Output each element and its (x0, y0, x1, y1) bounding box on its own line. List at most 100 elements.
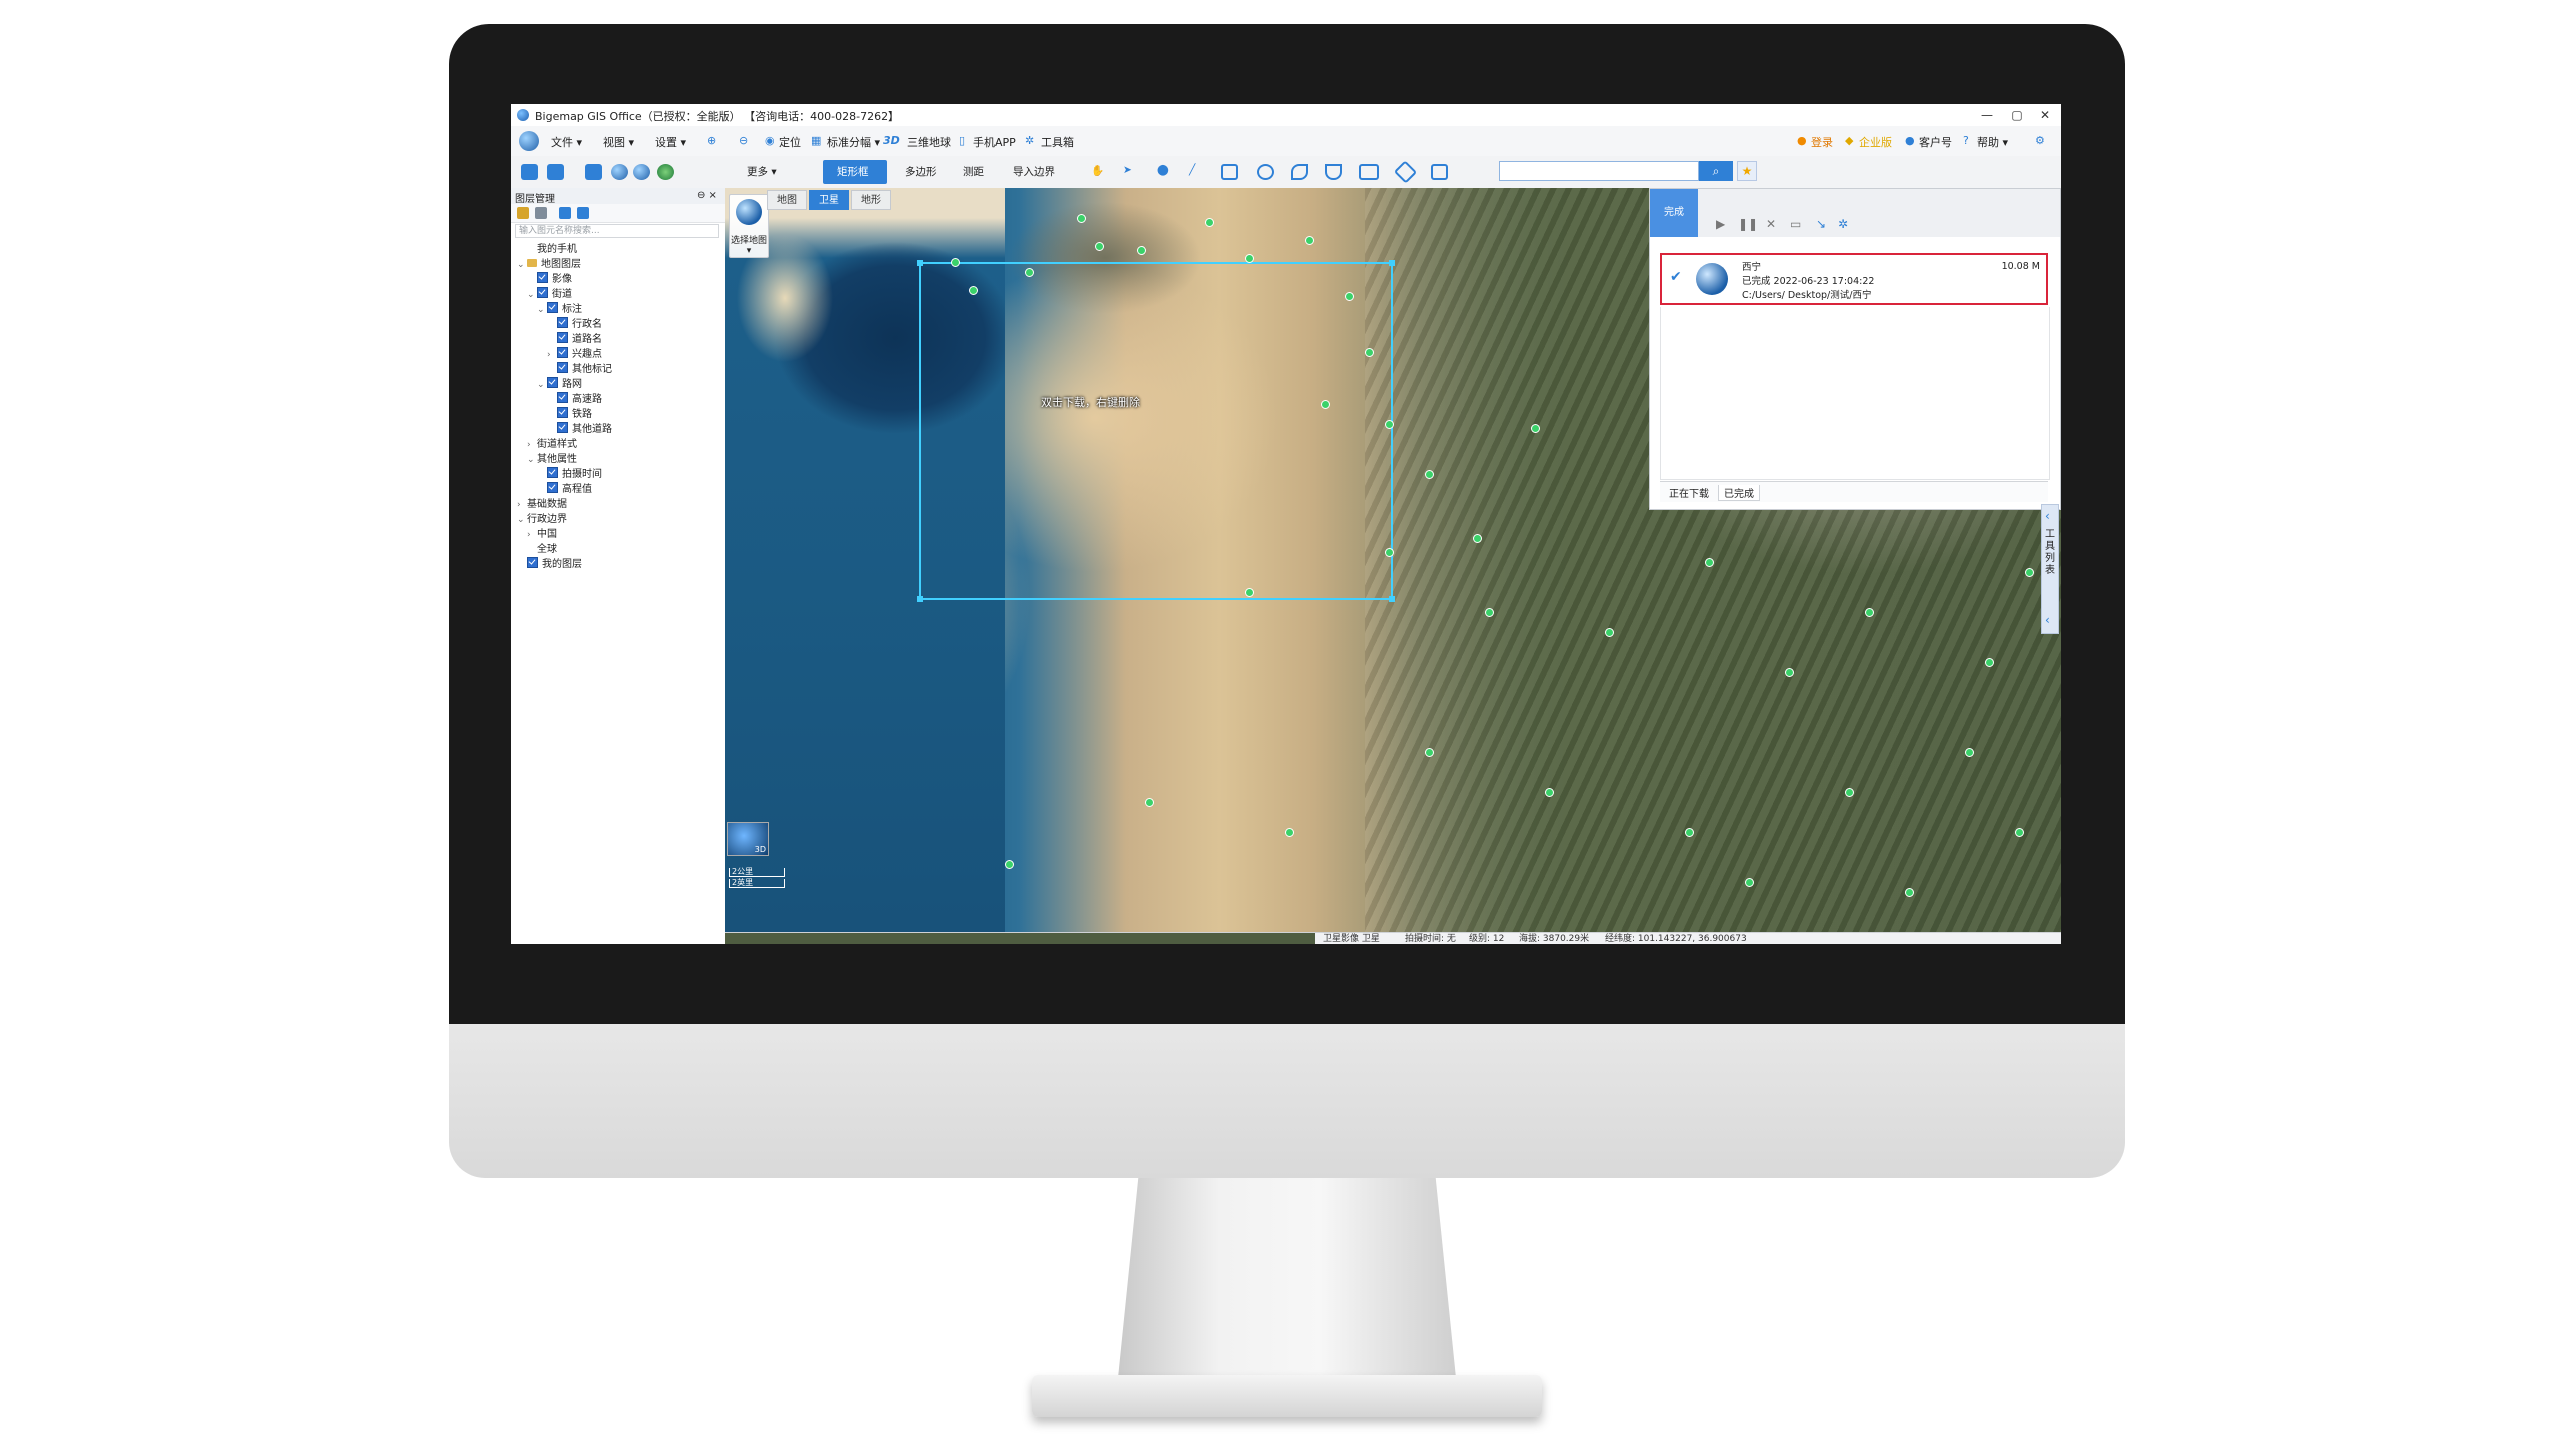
polygon-button[interactable]: 多边形 (905, 164, 937, 179)
selection-handle-tl[interactable] (917, 260, 923, 266)
poi-marker[interactable] (951, 258, 960, 267)
poi-marker[interactable] (1485, 608, 1494, 617)
line-icon[interactable]: ╱ (1189, 164, 1195, 176)
menu-mobile-app[interactable]: 手机APP (973, 134, 1016, 150)
layer-tree-item[interactable]: › 中国 (527, 527, 557, 542)
poi-marker[interactable] (1321, 400, 1330, 409)
layer-tree-item[interactable]: 全球 (527, 542, 557, 557)
marker-icon[interactable]: ⬤ (1157, 164, 1169, 176)
poi-marker[interactable] (1425, 470, 1434, 479)
poi-marker[interactable] (1905, 888, 1914, 897)
poi-marker[interactable] (1985, 658, 1994, 667)
tab-terrain[interactable]: 地形 (851, 190, 891, 210)
menu-toolbox[interactable]: 工具箱 (1041, 134, 1074, 150)
layer-tree-item[interactable]: 道路名 (547, 332, 602, 347)
pause-icon[interactable]: ❚❚ (1738, 217, 1758, 231)
sector-icon[interactable] (1325, 164, 1342, 180)
globe-1-icon[interactable] (611, 164, 628, 180)
chevron-left-icon-2[interactable]: ‹ (2045, 613, 2050, 627)
download-task-row[interactable]: ✔ 西宁 已完成 2022-06-23 17:04:22 C:/Users/ D… (1660, 253, 2048, 305)
poi-marker[interactable] (1385, 548, 1394, 557)
checkbox[interactable] (547, 302, 558, 313)
checkbox[interactable] (547, 467, 558, 478)
poi-marker[interactable] (1145, 798, 1154, 807)
checkbox[interactable] (547, 482, 558, 493)
layer-tree-item[interactable]: › 街道样式 (527, 437, 577, 452)
layer-tree-item[interactable]: 其他标记 (547, 362, 612, 377)
poi-marker[interactable] (1605, 628, 1614, 637)
checkbox[interactable] (557, 317, 568, 328)
layer-tree-item[interactable]: 高速路 (547, 392, 602, 407)
tab-completed[interactable]: 已完成 (1718, 485, 1760, 501)
checkbox[interactable] (557, 392, 568, 403)
star-icon[interactable]: ★ (1737, 161, 1757, 181)
globe-2-icon[interactable] (633, 164, 650, 180)
delete-icon[interactable]: ✕ (1766, 217, 1776, 231)
poi-marker[interactable] (1365, 348, 1374, 357)
zoom-in-icon[interactable]: ⊕ (707, 134, 716, 147)
selection-rectangle[interactable] (917, 260, 1395, 602)
curve-icon[interactable] (1291, 164, 1308, 180)
maximize-button[interactable]: ▢ (2003, 106, 2031, 124)
layer-tree-item[interactable]: ⌄ 其他属性 (527, 452, 577, 467)
checkbox[interactable] (537, 287, 548, 298)
selection-handle-br[interactable] (1389, 596, 1395, 602)
folder-open-icon[interactable]: ▭ (1790, 217, 1801, 231)
expander-icon[interactable]: ⌄ (517, 258, 527, 273)
layer-tree-item[interactable]: 其他道路 (547, 422, 612, 437)
select-map-button[interactable]: 选择地图▾ (729, 194, 769, 258)
zoom-out-icon[interactable]: ⊖ (739, 134, 748, 147)
play-icon[interactable]: ▶ (1716, 217, 1725, 231)
open-folder-icon[interactable] (521, 164, 538, 180)
expander-icon[interactable]: ⌄ (527, 453, 537, 468)
checkbox[interactable] (557, 362, 568, 373)
tab-map[interactable]: 地图 (767, 190, 807, 210)
poi-marker[interactable] (1305, 236, 1314, 245)
checkbox[interactable] (557, 407, 568, 418)
poi-marker[interactable] (1865, 608, 1874, 617)
layer-tree-item[interactable]: 影像 (527, 272, 572, 287)
settings-icon[interactable] (559, 207, 571, 219)
save-icon[interactable] (547, 164, 564, 180)
poi-marker[interactable] (1025, 268, 1034, 277)
expander-icon[interactable]: ⌄ (537, 378, 547, 393)
layer-tree-item[interactable]: ⌄ 路网 (537, 377, 582, 392)
layer-tree-item[interactable]: ⌄ 街道 (527, 287, 572, 302)
layer-add-icon[interactable] (585, 164, 602, 180)
checkbox[interactable] (557, 332, 568, 343)
expander-icon[interactable]: ⌄ (527, 288, 537, 303)
chevron-left-icon[interactable]: ‹ (2045, 509, 2050, 523)
layer-tree-item[interactable]: › 基础数据 (517, 497, 567, 512)
poi-marker[interactable] (1245, 254, 1254, 263)
layer-search-input[interactable]: 输入图元名称搜索... (515, 224, 719, 238)
poi-marker[interactable] (1285, 828, 1294, 837)
layer-tree-item[interactable]: 行政名 (547, 317, 602, 332)
login-link[interactable]: 登录 (1811, 134, 1833, 150)
selection-handle-bl[interactable] (917, 596, 923, 602)
layer-tree-item[interactable]: 高程值 (537, 482, 592, 497)
export-icon[interactable] (1431, 164, 1448, 180)
layer-tree-item[interactable]: 我的手机 (527, 242, 577, 257)
expander-icon[interactable]: › (547, 348, 557, 363)
completed-tab-header[interactable]: 完成 (1650, 189, 1698, 237)
poi-marker[interactable] (1077, 214, 1086, 223)
search-layer-icon[interactable] (577, 207, 589, 219)
menu-3d-earth[interactable]: 三维地球 (907, 134, 951, 150)
close-button[interactable]: ✕ (2031, 106, 2059, 124)
layer-tree-item[interactable]: ⌄ 行政边界 (517, 512, 567, 527)
app-globe-icon[interactable] (519, 131, 539, 151)
poi-marker[interactable] (1005, 860, 1014, 869)
export-tool-icon[interactable]: ↘ (1816, 217, 1826, 231)
settings-gear-icon[interactable]: ✲ (1838, 217, 1848, 231)
poi-marker[interactable] (1245, 588, 1254, 597)
rectangle-icon[interactable] (1359, 164, 1379, 180)
selection-handle-tr[interactable] (1389, 260, 1395, 266)
circle-icon[interactable] (1257, 164, 1274, 180)
poi-marker[interactable] (1095, 242, 1104, 251)
expander-icon[interactable]: › (527, 438, 537, 453)
expander-icon[interactable]: ⌄ (537, 303, 547, 318)
menu-file[interactable]: 文件 ▾ (551, 134, 582, 150)
more-button[interactable]: 更多 ▾ (747, 164, 777, 179)
layer-tree-item[interactable]: 我的图层 (517, 557, 582, 572)
checkbox[interactable] (557, 422, 568, 433)
